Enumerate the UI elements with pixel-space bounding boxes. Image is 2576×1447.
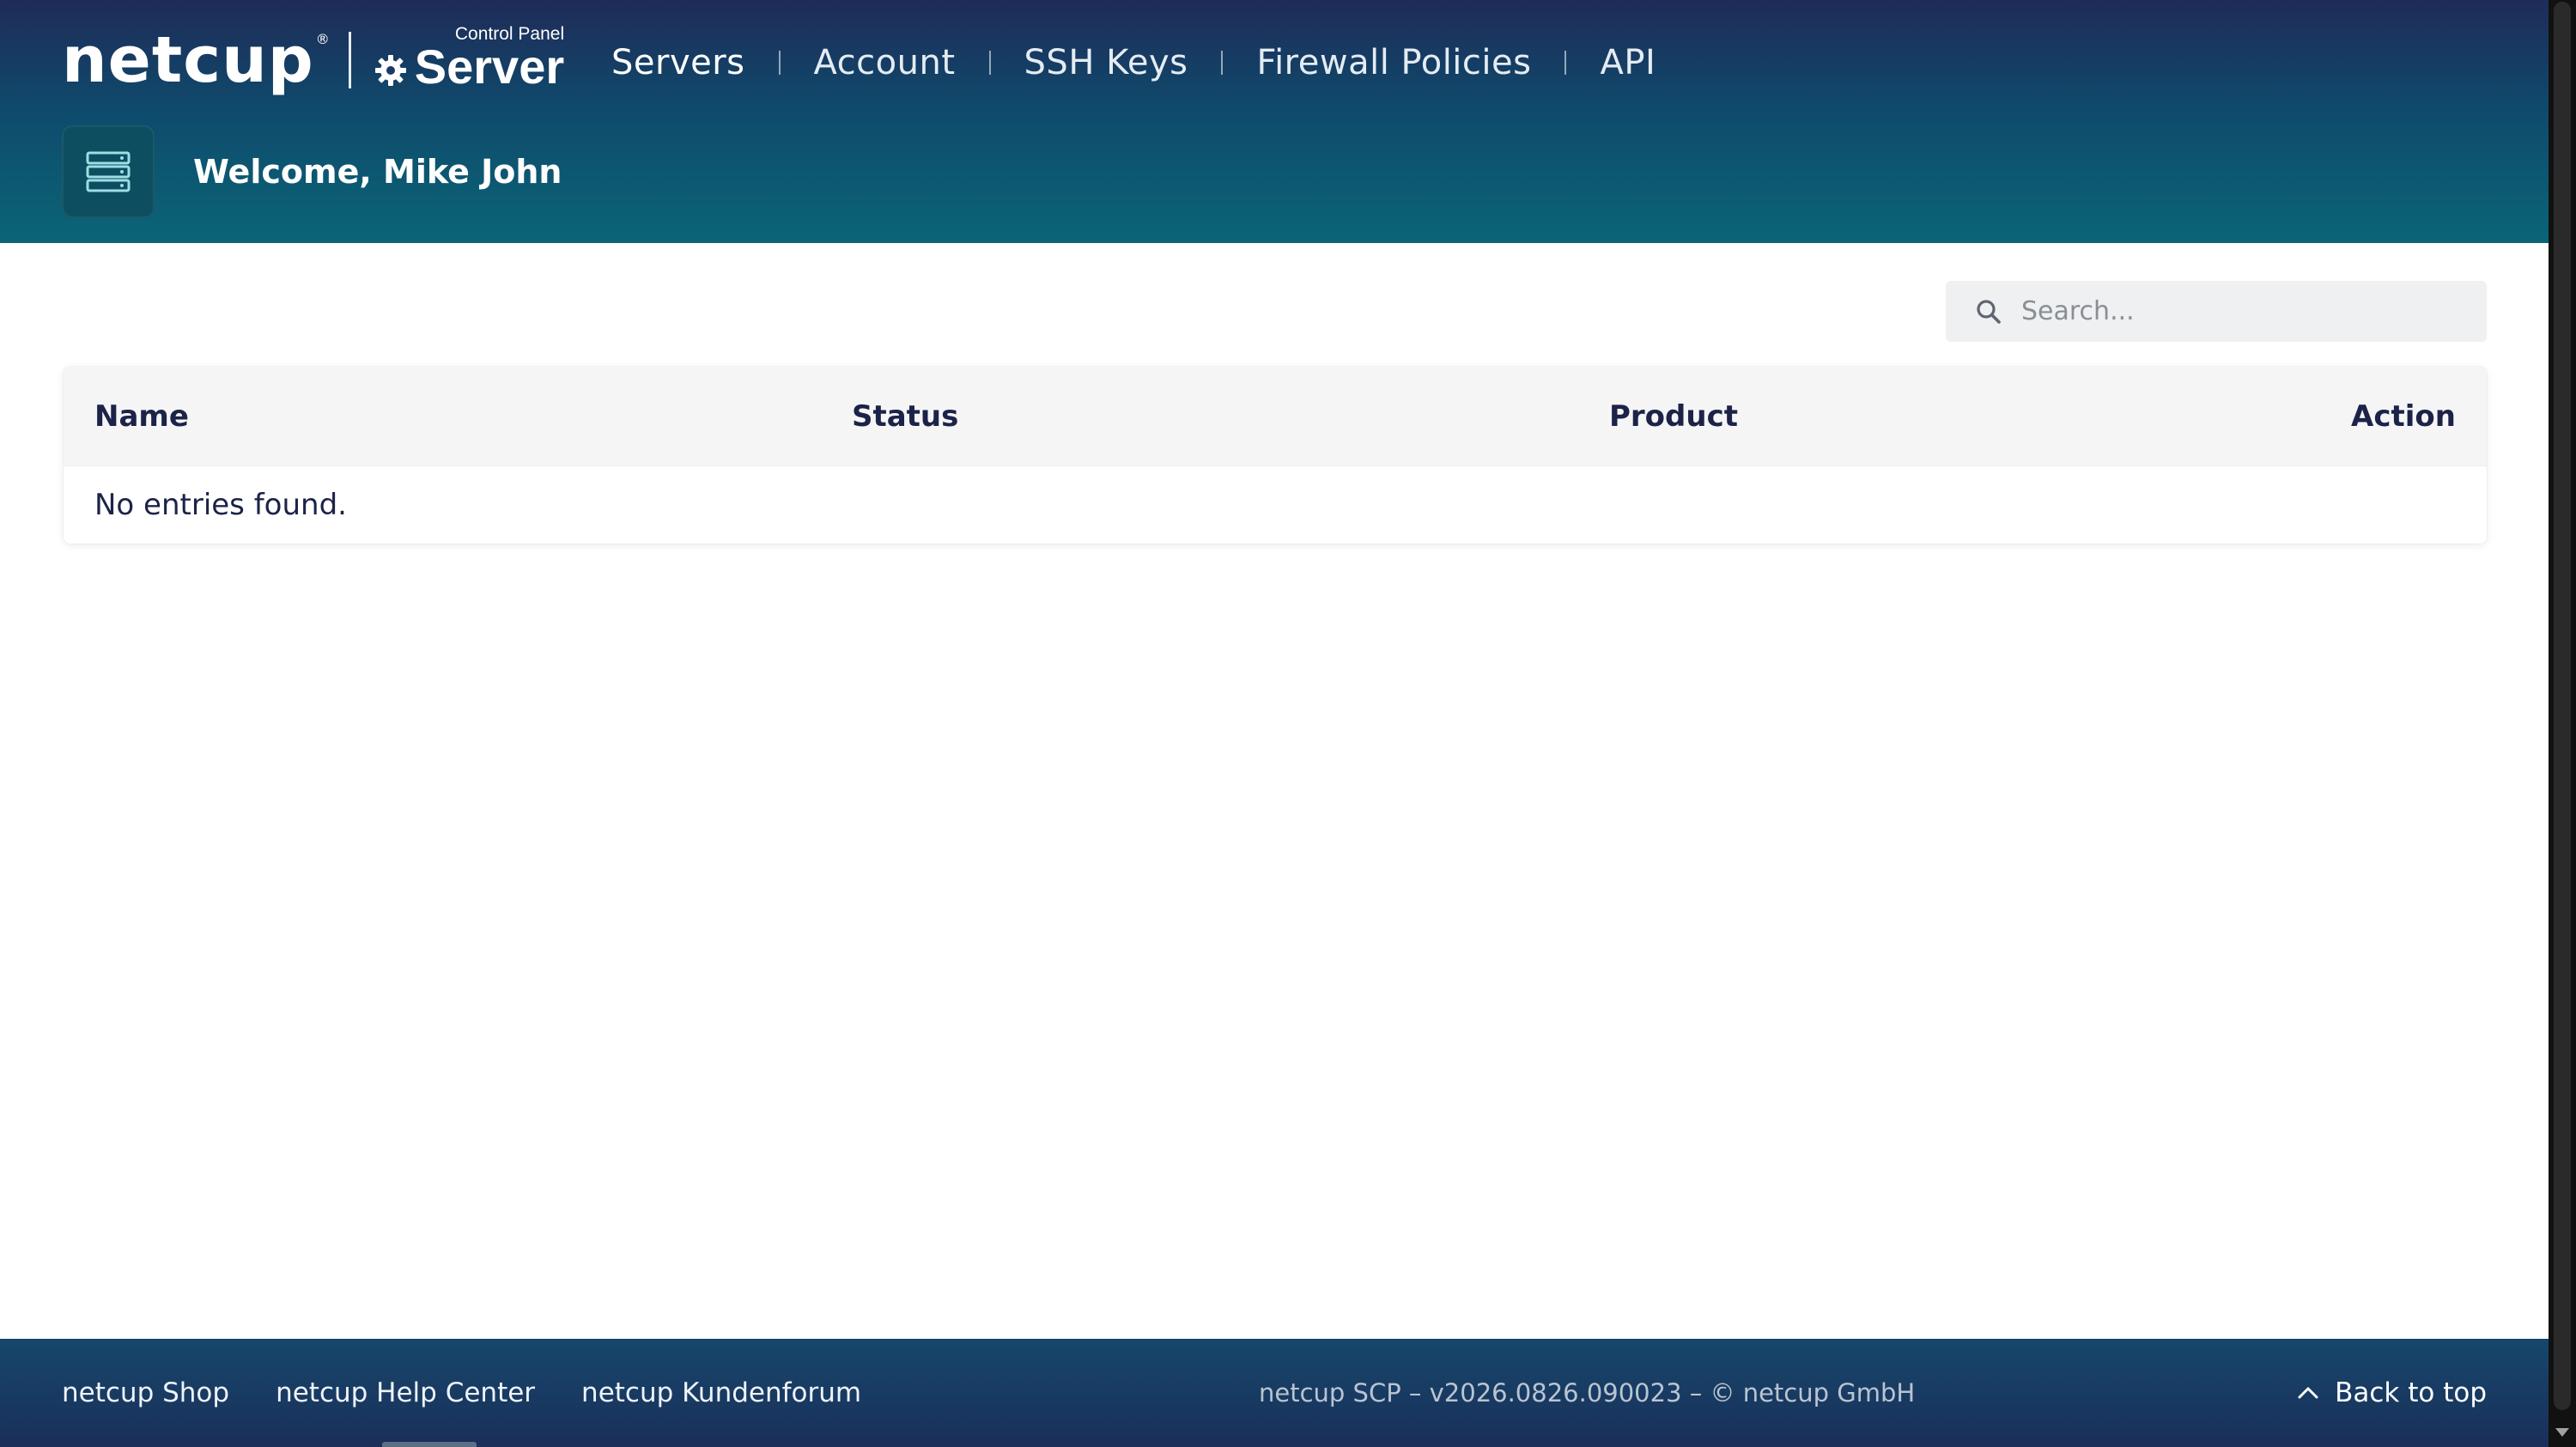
scroll-down-arrow-icon[interactable] [2555, 1428, 2569, 1437]
footer-link-help-center[interactable]: netcup Help Center [276, 1377, 535, 1408]
column-header-action: Action [2351, 399, 2456, 434]
brand-logo[interactable]: netcup ® Control Panel Server [62, 23, 564, 97]
nav-divider [988, 51, 991, 75]
footer-link-shop[interactable]: netcup Shop [62, 1377, 229, 1408]
brand-divider [348, 32, 351, 88]
brand-name: netcup [62, 23, 314, 97]
chevron-up-icon [2298, 1387, 2318, 1399]
server-stack-glyph [86, 151, 131, 192]
footer-tab-indicator [382, 1442, 477, 1447]
table-header: Name Status Product Action [64, 367, 2487, 466]
welcome-row: Welcome, Mike John [62, 125, 562, 218]
search-icon [1977, 299, 2001, 324]
back-to-top-button[interactable]: Back to top [2297, 1339, 2487, 1447]
nav-divider [1564, 51, 1567, 75]
nav-account[interactable]: Account [814, 43, 956, 82]
search-input[interactable] [2021, 296, 2468, 326]
scrollbar-thumb[interactable] [2554, 2, 2571, 1410]
nav-divider [778, 51, 781, 75]
control-panel-logo: Control Panel Server [374, 25, 564, 91]
server-stack-icon [62, 125, 155, 218]
version-copyright: netcup SCP – v2026.0826.090023 – © netcu… [1259, 1378, 1916, 1407]
server-label: Server [414, 40, 565, 94]
footer-link-kundenforum[interactable]: netcup Kundenforum [581, 1377, 861, 1408]
top-header: netcup ® Control Panel Server Servers Ac… [0, 0, 2549, 243]
footer: netcup Shop netcup Help Center netcup Ku… [0, 1339, 2549, 1447]
vertical-scrollbar[interactable] [2549, 0, 2576, 1447]
nav-ssh-keys[interactable]: SSH Keys [1024, 43, 1188, 82]
main-nav: Servers Account SSH Keys Firewall Polici… [611, 34, 1656, 91]
nav-servers[interactable]: Servers [611, 43, 745, 82]
column-header-product[interactable]: Product [1609, 367, 1738, 466]
welcome-message: Welcome, Mike John [193, 153, 562, 191]
footer-links: netcup Shop netcup Help Center netcup Ku… [62, 1339, 908, 1447]
gear-icon [374, 55, 406, 86]
search-box[interactable] [1946, 281, 2487, 342]
page: netcup ® Control Panel Server Servers Ac… [0, 0, 2576, 1447]
empty-table-message: No entries found. [94, 488, 347, 522]
column-header-name[interactable]: Name [94, 367, 189, 466]
servers-table: Name Status Product Action No entries fo… [64, 367, 2487, 544]
control-panel-text: Control Panel Server [415, 25, 564, 91]
registered-mark: ® [315, 31, 330, 47]
nav-divider [1221, 51, 1224, 75]
column-header-status[interactable]: Status [852, 367, 958, 466]
nav-firewall-policies[interactable]: Firewall Policies [1256, 43, 1531, 82]
nav-api[interactable]: API [1600, 43, 1656, 82]
back-to-top-label: Back to top [2335, 1377, 2487, 1408]
